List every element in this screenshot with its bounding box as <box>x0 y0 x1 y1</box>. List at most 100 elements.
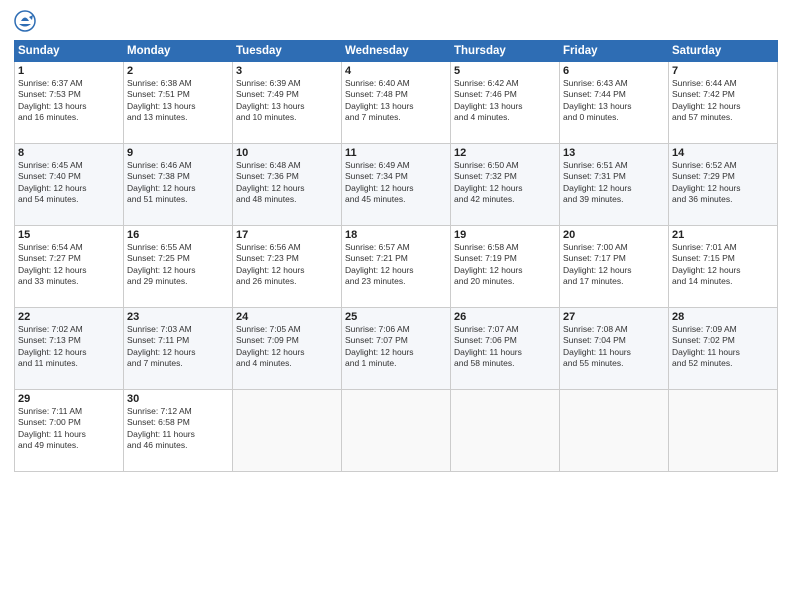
day-number: 22 <box>18 311 120 323</box>
weekday-header-monday: Monday <box>124 41 233 62</box>
day-info: Sunrise: 7:06 AMSunset: 7:07 PMDaylight:… <box>345 324 447 370</box>
day-info: Sunrise: 7:09 AMSunset: 7:02 PMDaylight:… <box>672 324 774 370</box>
calendar-cell: 29Sunrise: 7:11 AMSunset: 7:00 PMDayligh… <box>15 390 124 472</box>
calendar-cell <box>342 390 451 472</box>
calendar-cell <box>560 390 669 472</box>
day-number: 27 <box>563 311 665 323</box>
day-number: 13 <box>563 147 665 159</box>
weekday-header-tuesday: Tuesday <box>233 41 342 62</box>
calendar-cell: 22Sunrise: 7:02 AMSunset: 7:13 PMDayligh… <box>15 308 124 390</box>
weekday-header-thursday: Thursday <box>451 41 560 62</box>
calendar-cell: 13Sunrise: 6:51 AMSunset: 7:31 PMDayligh… <box>560 144 669 226</box>
day-info: Sunrise: 6:48 AMSunset: 7:36 PMDaylight:… <box>236 160 338 206</box>
day-info: Sunrise: 7:03 AMSunset: 7:11 PMDaylight:… <box>127 324 229 370</box>
day-number: 1 <box>18 65 120 77</box>
day-number: 16 <box>127 229 229 241</box>
day-info: Sunrise: 7:05 AMSunset: 7:09 PMDaylight:… <box>236 324 338 370</box>
day-info: Sunrise: 6:40 AMSunset: 7:48 PMDaylight:… <box>345 78 447 124</box>
day-number: 10 <box>236 147 338 159</box>
header <box>14 10 778 32</box>
calendar-cell: 24Sunrise: 7:05 AMSunset: 7:09 PMDayligh… <box>233 308 342 390</box>
calendar-cell: 6Sunrise: 6:43 AMSunset: 7:44 PMDaylight… <box>560 62 669 144</box>
calendar-cell: 4Sunrise: 6:40 AMSunset: 7:48 PMDaylight… <box>342 62 451 144</box>
weekday-header-saturday: Saturday <box>669 41 778 62</box>
calendar-cell: 30Sunrise: 7:12 AMSunset: 6:58 PMDayligh… <box>124 390 233 472</box>
day-info: Sunrise: 6:45 AMSunset: 7:40 PMDaylight:… <box>18 160 120 206</box>
weekday-header-sunday: Sunday <box>15 41 124 62</box>
day-number: 2 <box>127 65 229 77</box>
calendar-cell: 18Sunrise: 6:57 AMSunset: 7:21 PMDayligh… <box>342 226 451 308</box>
calendar-cell: 11Sunrise: 6:49 AMSunset: 7:34 PMDayligh… <box>342 144 451 226</box>
day-number: 18 <box>345 229 447 241</box>
logo <box>14 10 38 32</box>
day-number: 25 <box>345 311 447 323</box>
day-number: 19 <box>454 229 556 241</box>
day-number: 21 <box>672 229 774 241</box>
day-info: Sunrise: 6:43 AMSunset: 7:44 PMDaylight:… <box>563 78 665 124</box>
calendar-cell <box>451 390 560 472</box>
day-info: Sunrise: 7:11 AMSunset: 7:00 PMDaylight:… <box>18 406 120 452</box>
day-info: Sunrise: 6:54 AMSunset: 7:27 PMDaylight:… <box>18 242 120 288</box>
calendar-table: SundayMondayTuesdayWednesdayThursdayFrid… <box>14 40 778 472</box>
day-info: Sunrise: 6:39 AMSunset: 7:49 PMDaylight:… <box>236 78 338 124</box>
weekday-header-friday: Friday <box>560 41 669 62</box>
day-info: Sunrise: 6:51 AMSunset: 7:31 PMDaylight:… <box>563 160 665 206</box>
day-number: 30 <box>127 393 229 405</box>
calendar-cell: 1Sunrise: 6:37 AMSunset: 7:53 PMDaylight… <box>15 62 124 144</box>
calendar-cell: 2Sunrise: 6:38 AMSunset: 7:51 PMDaylight… <box>124 62 233 144</box>
day-info: Sunrise: 6:50 AMSunset: 7:32 PMDaylight:… <box>454 160 556 206</box>
day-info: Sunrise: 6:37 AMSunset: 7:53 PMDaylight:… <box>18 78 120 124</box>
day-info: Sunrise: 7:08 AMSunset: 7:04 PMDaylight:… <box>563 324 665 370</box>
calendar-cell: 27Sunrise: 7:08 AMSunset: 7:04 PMDayligh… <box>560 308 669 390</box>
day-info: Sunrise: 6:49 AMSunset: 7:34 PMDaylight:… <box>345 160 447 206</box>
calendar-week-2: 8Sunrise: 6:45 AMSunset: 7:40 PMDaylight… <box>15 144 778 226</box>
calendar-cell: 5Sunrise: 6:42 AMSunset: 7:46 PMDaylight… <box>451 62 560 144</box>
calendar-cell: 9Sunrise: 6:46 AMSunset: 7:38 PMDaylight… <box>124 144 233 226</box>
day-info: Sunrise: 7:00 AMSunset: 7:17 PMDaylight:… <box>563 242 665 288</box>
day-info: Sunrise: 6:55 AMSunset: 7:25 PMDaylight:… <box>127 242 229 288</box>
calendar-cell: 19Sunrise: 6:58 AMSunset: 7:19 PMDayligh… <box>451 226 560 308</box>
day-info: Sunrise: 7:02 AMSunset: 7:13 PMDaylight:… <box>18 324 120 370</box>
day-info: Sunrise: 7:07 AMSunset: 7:06 PMDaylight:… <box>454 324 556 370</box>
page: SundayMondayTuesdayWednesdayThursdayFrid… <box>0 0 792 612</box>
day-number: 14 <box>672 147 774 159</box>
day-number: 4 <box>345 65 447 77</box>
day-number: 6 <box>563 65 665 77</box>
day-number: 5 <box>454 65 556 77</box>
calendar-week-3: 15Sunrise: 6:54 AMSunset: 7:27 PMDayligh… <box>15 226 778 308</box>
day-number: 17 <box>236 229 338 241</box>
day-number: 7 <box>672 65 774 77</box>
day-number: 24 <box>236 311 338 323</box>
day-info: Sunrise: 7:01 AMSunset: 7:15 PMDaylight:… <box>672 242 774 288</box>
logo-icon <box>14 10 36 32</box>
day-info: Sunrise: 7:12 AMSunset: 6:58 PMDaylight:… <box>127 406 229 452</box>
day-info: Sunrise: 6:52 AMSunset: 7:29 PMDaylight:… <box>672 160 774 206</box>
calendar-cell: 12Sunrise: 6:50 AMSunset: 7:32 PMDayligh… <box>451 144 560 226</box>
day-number: 20 <box>563 229 665 241</box>
day-number: 9 <box>127 147 229 159</box>
day-number: 3 <box>236 65 338 77</box>
calendar-cell: 20Sunrise: 7:00 AMSunset: 7:17 PMDayligh… <box>560 226 669 308</box>
calendar-cell: 26Sunrise: 7:07 AMSunset: 7:06 PMDayligh… <box>451 308 560 390</box>
day-number: 15 <box>18 229 120 241</box>
day-info: Sunrise: 6:44 AMSunset: 7:42 PMDaylight:… <box>672 78 774 124</box>
calendar-cell: 16Sunrise: 6:55 AMSunset: 7:25 PMDayligh… <box>124 226 233 308</box>
calendar-cell: 25Sunrise: 7:06 AMSunset: 7:07 PMDayligh… <box>342 308 451 390</box>
day-number: 23 <box>127 311 229 323</box>
day-info: Sunrise: 6:38 AMSunset: 7:51 PMDaylight:… <box>127 78 229 124</box>
day-number: 8 <box>18 147 120 159</box>
calendar-cell: 17Sunrise: 6:56 AMSunset: 7:23 PMDayligh… <box>233 226 342 308</box>
weekday-header-wednesday: Wednesday <box>342 41 451 62</box>
calendar-cell: 8Sunrise: 6:45 AMSunset: 7:40 PMDaylight… <box>15 144 124 226</box>
calendar-cell: 21Sunrise: 7:01 AMSunset: 7:15 PMDayligh… <box>669 226 778 308</box>
calendar-cell: 28Sunrise: 7:09 AMSunset: 7:02 PMDayligh… <box>669 308 778 390</box>
calendar-cell <box>233 390 342 472</box>
calendar-cell: 23Sunrise: 7:03 AMSunset: 7:11 PMDayligh… <box>124 308 233 390</box>
day-number: 11 <box>345 147 447 159</box>
day-info: Sunrise: 6:46 AMSunset: 7:38 PMDaylight:… <box>127 160 229 206</box>
calendar-cell: 14Sunrise: 6:52 AMSunset: 7:29 PMDayligh… <box>669 144 778 226</box>
calendar-cell: 3Sunrise: 6:39 AMSunset: 7:49 PMDaylight… <box>233 62 342 144</box>
calendar-week-5: 29Sunrise: 7:11 AMSunset: 7:00 PMDayligh… <box>15 390 778 472</box>
calendar-cell: 7Sunrise: 6:44 AMSunset: 7:42 PMDaylight… <box>669 62 778 144</box>
calendar-week-1: 1Sunrise: 6:37 AMSunset: 7:53 PMDaylight… <box>15 62 778 144</box>
